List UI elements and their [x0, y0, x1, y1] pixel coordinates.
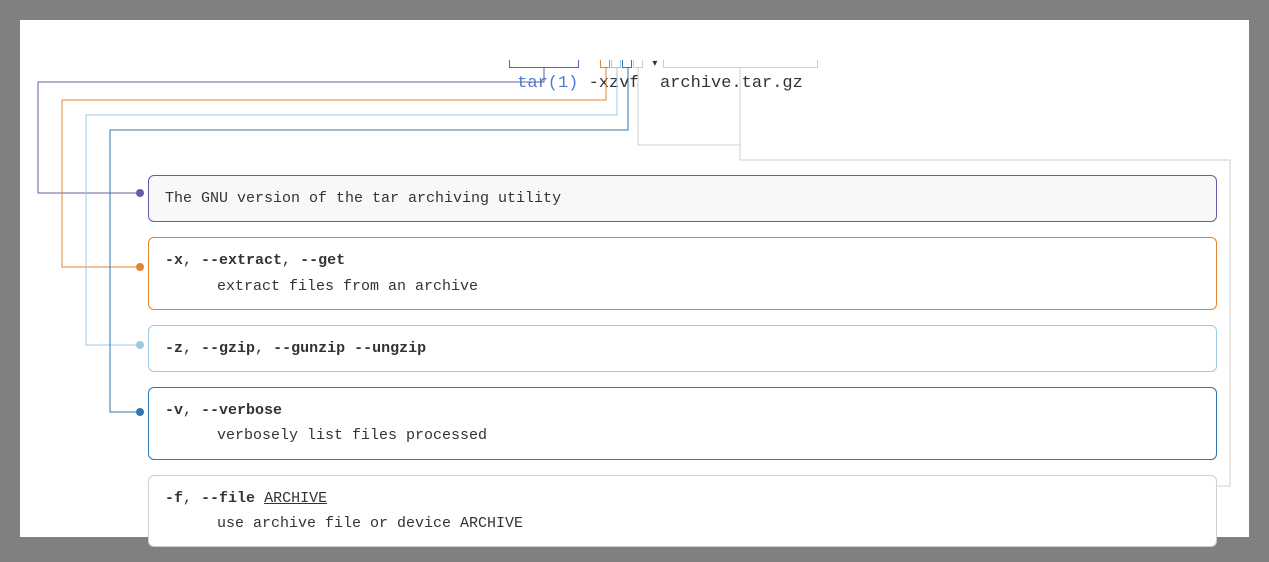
summary-text: The GNU version of the tar archiving uti… — [165, 190, 561, 207]
command-flags: -xzvf — [589, 74, 640, 93]
flag-x-description: extract files from an archive — [165, 275, 1200, 298]
card-flag-v[interactable]: -v, --verbose verbosely list files proce… — [148, 387, 1217, 460]
dropdown-icon[interactable]: ▾ — [652, 59, 657, 70]
card-command-summary[interactable]: The GNU version of the tar archiving uti… — [148, 175, 1217, 222]
flag-f-synonyms: -f, --file ARCHIVE — [165, 487, 1200, 510]
card-flag-z[interactable]: -z, --gzip, --gunzip --ungzip — [148, 325, 1217, 372]
command-argument: archive.tar.gz — [660, 74, 803, 93]
bracket-flag-z — [611, 60, 621, 68]
flag-x-synonyms: -x, --extract, --get — [165, 249, 1200, 272]
bracket-flag-v — [622, 60, 632, 68]
bracket-flag-f — [633, 60, 643, 68]
command-name-link[interactable]: tar(1) — [517, 74, 578, 93]
bracket-argument — [663, 60, 818, 68]
bracket-flag-x — [600, 60, 610, 68]
card-flag-f[interactable]: -f, --file ARCHIVE use archive file or d… — [148, 475, 1217, 548]
command-line: ▾ tar(1) -xzvf archive.tar.gz — [20, 36, 1249, 112]
flag-v-description: verbosely list files processed — [165, 424, 1200, 447]
explanation-cards: The GNU version of the tar archiving uti… — [148, 175, 1217, 562]
flag-v-synonyms: -v, --verbose — [165, 399, 1200, 422]
flag-f-description: use archive file or device ARCHIVE — [165, 512, 1200, 535]
bracket-command — [509, 60, 579, 68]
explain-panel: ▾ tar(1) -xzvf archive.tar.gz The GNU ve… — [20, 20, 1249, 537]
flag-z-synonyms: -z, --gzip, --gunzip --ungzip — [165, 337, 1200, 360]
card-flag-x[interactable]: -x, --extract, --get extract files from … — [148, 237, 1217, 310]
